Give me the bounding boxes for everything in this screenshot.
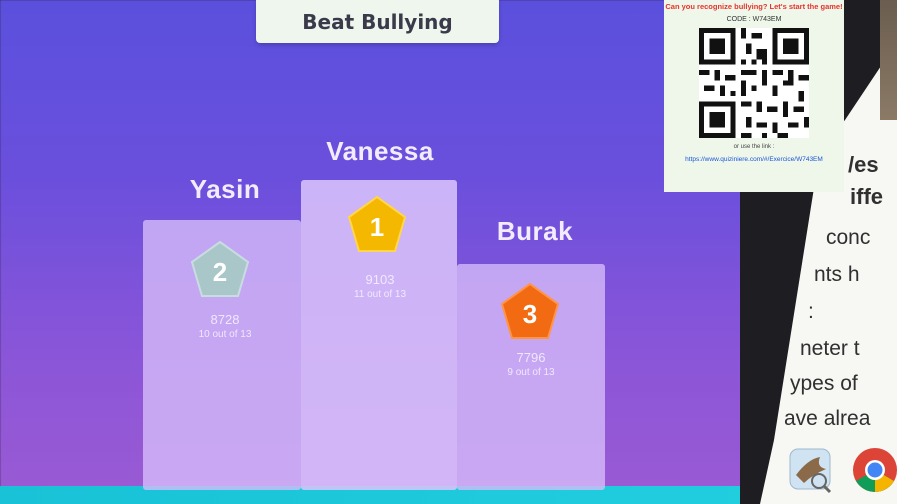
doc-fragment: /es bbox=[848, 152, 879, 177]
rank-2-medal-icon: 2 bbox=[190, 240, 250, 297]
player-name-third: Burak bbox=[496, 216, 574, 246]
rank-1-label: 1 bbox=[370, 212, 384, 242]
player-name-second: Yasin bbox=[189, 174, 261, 204]
rank-3-label: 3 bbox=[523, 299, 537, 329]
score-second: 8728 10 out of 13 bbox=[160, 312, 290, 340]
rank-3-medal-icon: 3 bbox=[500, 282, 560, 339]
score-third: 7796 9 out of 13 bbox=[466, 350, 596, 378]
score-detail: 10 out of 13 bbox=[198, 329, 252, 340]
doc-fragment: neter t bbox=[800, 337, 860, 360]
score-value: 8728 bbox=[210, 312, 240, 327]
score-value: 9103 bbox=[365, 272, 395, 287]
player-name-first: Vanessa bbox=[326, 136, 434, 166]
score-detail: 9 out of 13 bbox=[507, 367, 555, 378]
qr-join-card: Can you recognize bullying? Let's start … bbox=[664, 0, 844, 192]
page-title: Beat Bullying bbox=[256, 0, 499, 43]
rank-1-medal-icon: 1 bbox=[347, 195, 407, 252]
doc-fragment: : bbox=[808, 300, 814, 323]
game-link[interactable]: https://www.quiziniere.com/#/Exercice/W7… bbox=[664, 156, 844, 163]
chrome-icon[interactable] bbox=[850, 445, 897, 495]
game-code: CODE : W743EM bbox=[726, 16, 782, 23]
document-photo bbox=[880, 0, 897, 120]
rank-2-label: 2 bbox=[213, 257, 227, 287]
doc-fragment: conc bbox=[826, 226, 871, 249]
doc-fragment: iffe bbox=[850, 184, 883, 209]
qr-code-icon[interactable] bbox=[699, 28, 809, 138]
preview-app-icon[interactable] bbox=[786, 445, 836, 495]
doc-fragment: ave alrea bbox=[784, 407, 871, 430]
qr-headline: Can you recognize bullying? Let's start … bbox=[665, 2, 843, 11]
qr-or-text: or use the link : bbox=[733, 144, 775, 150]
score-detail: 11 out of 13 bbox=[353, 289, 407, 300]
score-first: 9103 11 out of 13 bbox=[318, 272, 442, 300]
doc-fragment: nts h bbox=[814, 263, 860, 286]
score-value: 7796 bbox=[516, 350, 546, 365]
doc-fragment: ypes of bbox=[790, 372, 858, 395]
